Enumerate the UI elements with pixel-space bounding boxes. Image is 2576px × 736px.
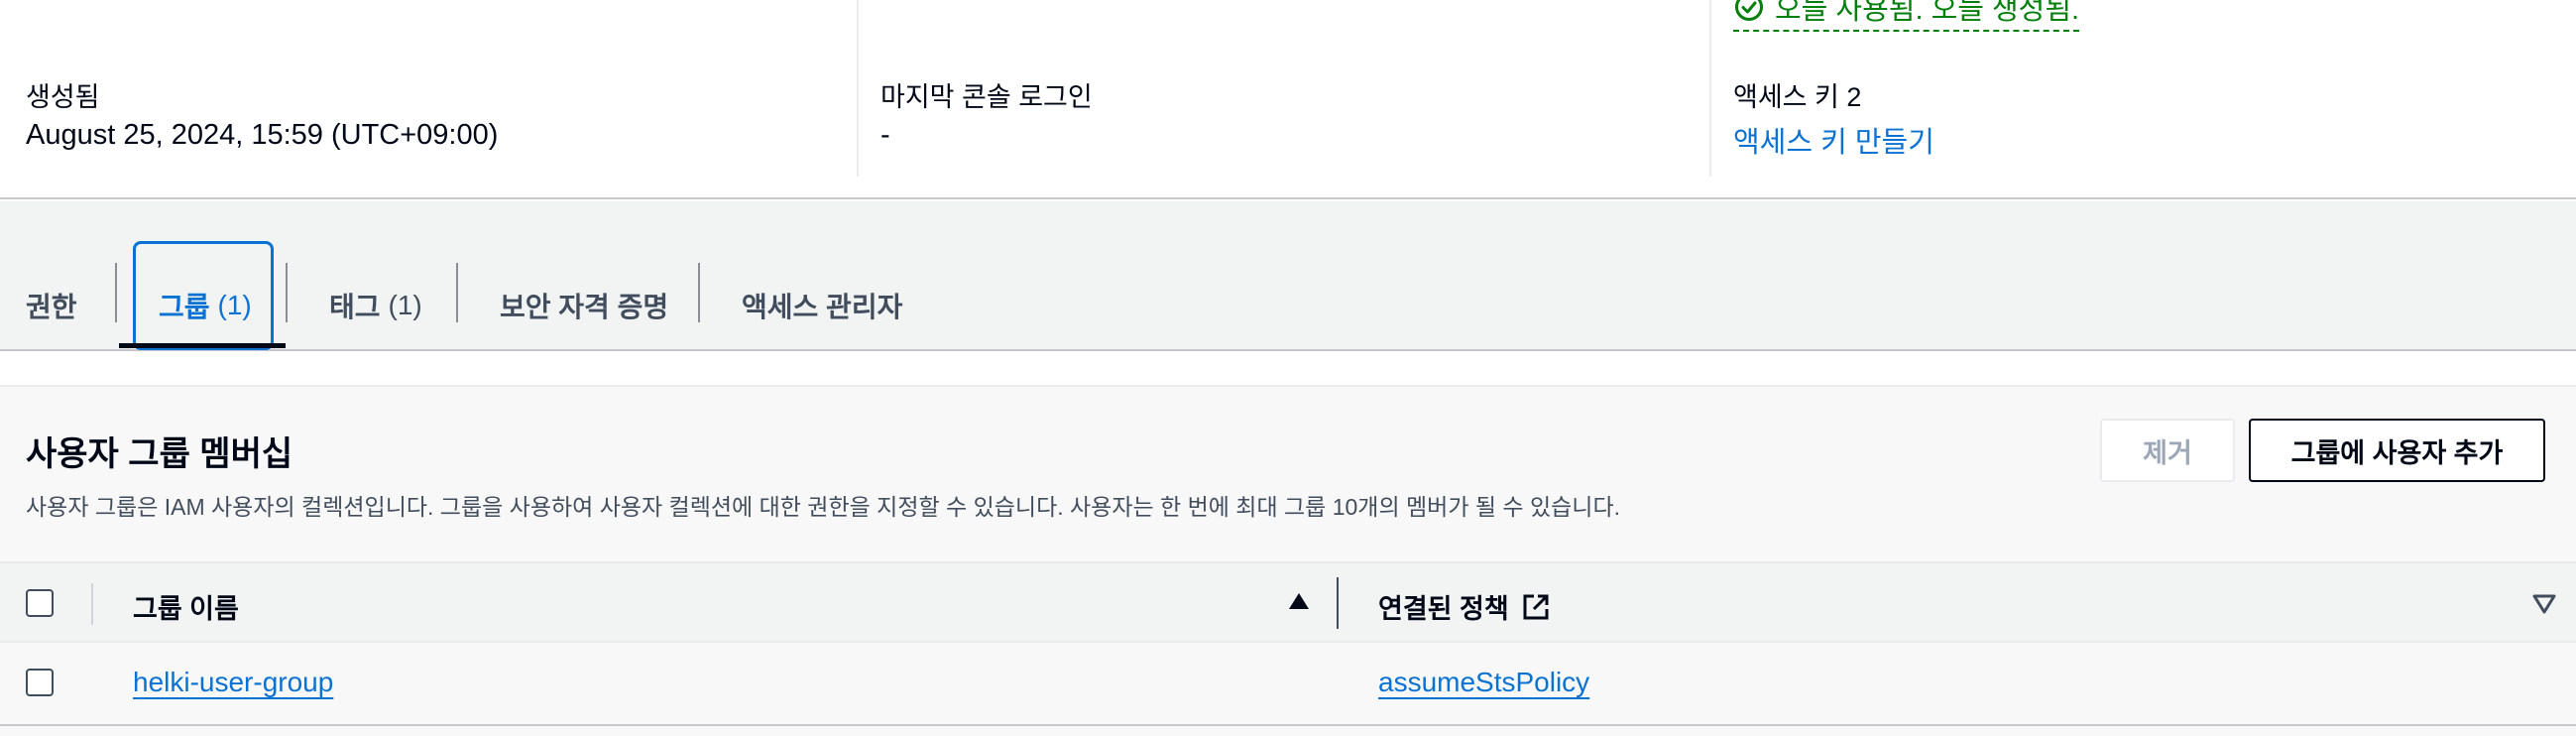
column-header-label: 그룹 이름	[133, 594, 239, 624]
create-access-key-link[interactable]: 액세스 키 만들기	[1733, 119, 1934, 161]
tab-label: 액세스 관리자	[742, 292, 903, 322]
access-key-status: 오늘 사용됨. 오늘 생성됨.	[1733, 0, 2080, 32]
tab-divider	[456, 263, 458, 322]
tab-tags[interactable]: 태그 (1)	[329, 276, 422, 335]
user-summary-panel: 생성됨 August 25, 2024, 15:59 (UTC+09:00) 마…	[0, 0, 2576, 199]
tab-label: 권한	[26, 292, 77, 322]
sort-ascending-icon[interactable]	[1289, 593, 1309, 609]
last-login-value: -	[880, 119, 890, 151]
table-row: helki-user-group assumeStsPolicy	[0, 643, 2576, 726]
row-checkbox[interactable]	[26, 669, 54, 696]
tab-divider	[698, 263, 700, 322]
column-header-group-name[interactable]: 그룹 이름	[133, 587, 239, 626]
select-all-checkbox[interactable]	[26, 589, 54, 617]
status-check-icon	[1735, 0, 1763, 21]
add-user-to-group-button[interactable]: 그룹에 사용자 추가	[2249, 419, 2545, 482]
tab-divider	[286, 263, 288, 322]
column-divider	[91, 583, 93, 625]
remove-button[interactable]: 제거	[2100, 419, 2235, 482]
container-description: 사용자 그룹은 IAM 사용자의 컬렉션입니다. 그룹을 사용하여 사용자 컬렉…	[26, 494, 1621, 520]
container-title: 사용자 그룹 멤버십	[26, 435, 293, 473]
last-login-label: 마지막 콘솔 로그인	[880, 82, 1093, 112]
created-label: 생성됨	[26, 82, 100, 112]
column-header-attached-policy: 연결된 정책	[1378, 587, 1551, 626]
tab-access-advisor[interactable]: 액세스 관리자	[742, 276, 902, 335]
tab-count: (1)	[217, 290, 252, 320]
column-resize-handle[interactable]	[1337, 577, 1339, 629]
column-filter-icon[interactable]	[2532, 593, 2556, 615]
external-link-icon	[1523, 594, 1549, 619]
tab-bar: 권한 그룹 (1) 태그 (1) 보안 자격 증명 액세스 관리자	[0, 201, 2576, 351]
column-header-label: 연결된 정책	[1378, 594, 1509, 624]
group-name-link[interactable]: helki-user-group	[133, 667, 333, 698]
tab-label: 태그	[329, 292, 381, 322]
tab-label: 보안 자격 증명	[500, 292, 669, 322]
tab-count: (1)	[388, 290, 422, 320]
tab-divider	[115, 263, 117, 322]
created-value: August 25, 2024, 15:59 (UTC+09:00)	[26, 119, 499, 151]
table-header: 그룹 이름 연결된 정책	[0, 561, 2576, 643]
tab-security-credentials[interactable]: 보안 자격 증명	[500, 276, 668, 335]
summary-column-access-keys: 오늘 사용됨. 오늘 생성됨. 액세스 키 2 액세스 키 만들기	[1709, 0, 2576, 177]
summary-column-last-login: 마지막 콘솔 로그인 -	[857, 0, 1709, 177]
tab-groups[interactable]: 그룹 (1)	[159, 276, 252, 335]
attached-policy-link[interactable]: assumeStsPolicy	[1378, 667, 1589, 698]
user-groups-container: 사용자 그룹 멤버십 사용자 그룹은 IAM 사용자의 컬렉션입니다. 그룹을 …	[0, 385, 2576, 736]
tab-permissions[interactable]: 권한	[26, 276, 77, 335]
tab-label: 그룹	[159, 292, 210, 322]
access-key-label: 액세스 키 2	[1733, 82, 1862, 112]
tab-active-indicator	[119, 343, 286, 348]
access-key-status-text: 오늘 사용됨. 오늘 생성됨.	[1775, 0, 2080, 26]
summary-column-created: 생성됨 August 25, 2024, 15:59 (UTC+09:00)	[26, 0, 857, 177]
